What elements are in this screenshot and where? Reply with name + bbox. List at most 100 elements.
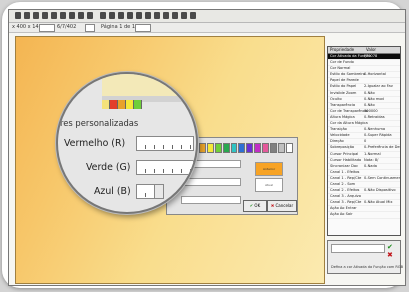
palette-swatch[interactable] <box>262 143 270 153</box>
discard-icon[interactable]: ✖ <box>387 251 393 259</box>
toolbar <box>9 10 405 23</box>
text-icon[interactable] <box>118 12 124 19</box>
property-name: Cursor Principal <box>330 151 359 156</box>
zoom-readout: x 400 x 148 <box>12 24 42 30</box>
ok-button[interactable]: ✔ OK <box>243 200 267 212</box>
field-tick <box>172 169 173 173</box>
cross-icon: ✖ <box>270 203 275 208</box>
lens-color-block <box>102 100 110 109</box>
open-icon[interactable] <box>24 12 30 19</box>
cut-icon[interactable] <box>51 12 57 19</box>
property-name: Velocidade <box>330 133 350 138</box>
property-editor: ✔ ✖ Defina a cor Ativada da Função com R… <box>327 240 403 274</box>
chart-icon[interactable] <box>181 12 187 19</box>
property-value: 0-Não <box>364 90 375 95</box>
field-dropdown[interactable] <box>85 24 95 32</box>
property-name: Cor de Fundo <box>330 60 354 65</box>
field-tick <box>154 145 155 149</box>
blue-label: Azul (B) <box>94 186 131 197</box>
blue-spinner[interactable] <box>154 184 164 199</box>
property-value: 0 <box>364 139 367 144</box>
palette-swatch[interactable] <box>198 143 206 153</box>
field-readout: 6/7/402 <box>57 24 77 30</box>
palette-swatch[interactable] <box>222 143 230 153</box>
palette-swatch[interactable] <box>286 143 293 153</box>
property-value: 0-Nenhuma <box>364 127 386 132</box>
blue-label-text: Azul (B) <box>94 186 131 197</box>
lens-color-blocks <box>102 100 142 109</box>
lens-background <box>102 74 196 98</box>
property-name: Canal 1 - Rep/Cte <box>330 175 362 180</box>
green-input[interactable] <box>136 160 194 175</box>
magnifier-lens: res personalizadas Vermelho (R) Verde (G… <box>56 72 198 214</box>
zoom-dropdown[interactable] <box>39 24 55 32</box>
property-value: FF0078 <box>364 54 378 58</box>
color-palette[interactable] <box>183 143 293 153</box>
property-value: 1-Normal <box>364 151 381 156</box>
property-value: 2-Igualar ao Fav <box>364 84 393 89</box>
properties-header: Propriedade Valor <box>328 47 400 54</box>
rect-icon[interactable] <box>87 12 93 19</box>
property-name: Sincronizar Doc <box>330 163 359 168</box>
property-value: 0-Retraídas <box>364 114 385 119</box>
save-icon[interactable] <box>15 12 21 19</box>
lens-color-block <box>134 100 142 109</box>
select-icon[interactable] <box>172 12 178 19</box>
status-bar: x 400 x 148 6/7/402 Página 1 de 1 <box>9 23 405 33</box>
property-name: Canal 3 - Rep/Cte <box>330 200 362 205</box>
property-row[interactable]: Ação Ao Sair <box>328 212 400 219</box>
red-label-text: Vermelho (R) <box>64 138 126 149</box>
pen-icon[interactable] <box>163 12 169 19</box>
zoom-icon[interactable] <box>78 12 84 19</box>
header-value: Valor <box>366 47 377 52</box>
align-icon[interactable] <box>136 12 142 19</box>
grid-icon[interactable] <box>127 12 133 19</box>
line-icon[interactable] <box>109 12 115 19</box>
palette-swatch[interactable] <box>238 143 246 153</box>
palette-swatch[interactable] <box>230 143 238 153</box>
custom-colors-heading: res personalizadas <box>60 118 139 128</box>
palette-swatch[interactable] <box>270 143 278 153</box>
current-color-swatch: Atual <box>255 178 283 192</box>
arrow-icon[interactable] <box>69 12 75 19</box>
property-name: Canal 2 - Som <box>330 181 356 186</box>
color-icon[interactable] <box>154 12 160 19</box>
copy-icon[interactable] <box>42 12 48 19</box>
property-value: 0-Não Dispositivo <box>364 188 396 193</box>
field-tick <box>154 169 155 173</box>
field-tick <box>181 145 182 149</box>
green-label: Verde (G) <box>86 162 130 173</box>
properties-list: Cor Ativada da Função FF0078 Cor de Fundo C… <box>328 54 400 219</box>
palette-swatch[interactable] <box>254 143 262 153</box>
property-value: 0-Preferência de Destino <box>364 145 400 150</box>
property-hint: Defina a cor Ativada da Função com RGB <box>331 265 403 269</box>
property-value-input[interactable] <box>331 244 385 253</box>
property-value: 0-Não Atual Mix <box>364 200 393 205</box>
property-name: Cor da Altura Mágica <box>330 121 368 126</box>
property-name: Ação Ao Entrar <box>330 206 357 211</box>
field-tick <box>190 145 191 149</box>
layer-icon[interactable] <box>145 12 151 19</box>
palette-swatch[interactable] <box>214 143 222 153</box>
confirm-icon[interactable]: ✔ <box>387 243 393 251</box>
red-label: Vermelho (R) <box>64 138 125 149</box>
property-value: 0-Nada <box>364 163 377 168</box>
ellipse-icon[interactable] <box>100 12 106 19</box>
property-name: Sobreposição <box>330 145 355 150</box>
field-tick <box>145 169 146 173</box>
undo-icon[interactable] <box>190 12 196 19</box>
delete-icon[interactable] <box>60 12 66 19</box>
page-dropdown[interactable] <box>135 24 151 32</box>
cancel-button[interactable]: ✖ Cancelar <box>267 200 297 212</box>
blue-input[interactable] <box>136 184 156 199</box>
previous-color-swatch: Anterior <box>255 162 283 176</box>
property-value: 0-Não mod <box>364 96 384 101</box>
print-icon[interactable] <box>33 12 39 19</box>
page-readout: Página 1 de 1 <box>101 24 136 30</box>
palette-swatch[interactable] <box>246 143 254 153</box>
palette-swatch[interactable] <box>278 143 286 153</box>
red-input[interactable] <box>136 136 194 151</box>
field-tick <box>145 193 146 197</box>
palette-swatch[interactable] <box>206 143 214 153</box>
property-value: 000000 <box>364 108 378 113</box>
